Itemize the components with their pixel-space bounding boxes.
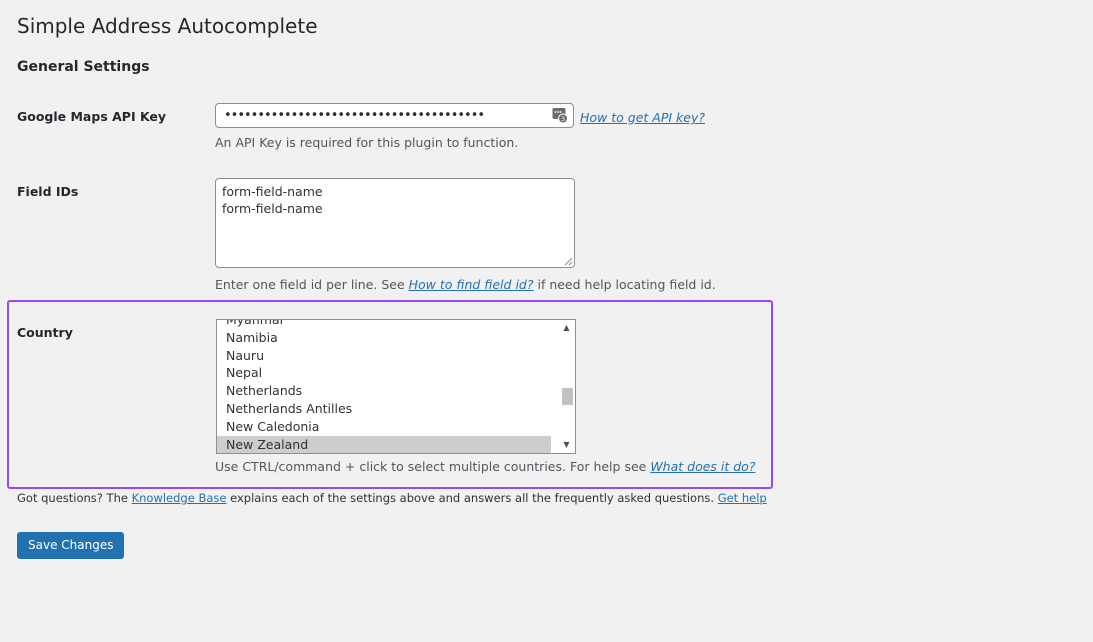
api-key-input[interactable] bbox=[215, 103, 574, 128]
page-title: Simple Address Autocomplete bbox=[17, 14, 318, 38]
country-description: Use CTRL/command + click to select multi… bbox=[215, 459, 755, 474]
section-title: General Settings bbox=[17, 59, 150, 75]
country-option-selected[interactable]: New Zealand bbox=[217, 435, 551, 453]
get-help-link[interactable]: Get help bbox=[718, 491, 767, 505]
scroll-down-arrow-icon[interactable]: ▼ bbox=[558, 437, 575, 453]
country-option[interactable]: Netherlands Antilles bbox=[217, 400, 551, 418]
footer-help-text: Got questions? The Knowledge Base explai… bbox=[17, 491, 767, 505]
country-option[interactable]: Myanmar bbox=[217, 320, 551, 329]
field-ids-label: Field IDs bbox=[17, 184, 79, 199]
footer-text-start: Got questions? The bbox=[17, 491, 132, 505]
country-select[interactable]: Myanmar Namibia Nauru Nepal Netherlands … bbox=[216, 319, 576, 454]
country-options: Myanmar Namibia Nauru Nepal Netherlands … bbox=[217, 320, 551, 453]
field-ids-description: Enter one field id per line. See How to … bbox=[215, 277, 716, 292]
country-option[interactable]: Namibia bbox=[217, 329, 551, 347]
country-option[interactable]: Nepal bbox=[217, 364, 551, 382]
country-option[interactable]: Netherlands bbox=[217, 382, 551, 400]
what-does-it-do-link[interactable]: What does it do? bbox=[650, 459, 755, 474]
country-scrollbar[interactable]: ▲ ▼ bbox=[558, 320, 575, 453]
field-ids-description-text: Enter one field id per line. See bbox=[215, 277, 409, 292]
password-manager-icon[interactable]: 3 bbox=[552, 107, 567, 124]
knowledge-base-link[interactable]: Knowledge Base bbox=[132, 491, 227, 505]
resize-grip-icon[interactable] bbox=[563, 256, 573, 266]
field-ids-description-text-after: if need help locating field id. bbox=[533, 277, 716, 292]
scroll-up-arrow-icon[interactable]: ▲ bbox=[558, 320, 575, 336]
svg-text:3: 3 bbox=[561, 116, 565, 123]
how-to-get-api-key-link[interactable]: How to get API key? bbox=[580, 110, 705, 125]
footer-text-middle: explains each of the settings above and … bbox=[226, 491, 718, 505]
scroll-thumb[interactable] bbox=[562, 388, 573, 405]
country-description-text: Use CTRL/command + click to select multi… bbox=[215, 459, 651, 474]
how-to-find-field-id-link[interactable]: How to find field id? bbox=[409, 277, 534, 292]
save-changes-button[interactable]: Save Changes bbox=[17, 532, 125, 559]
field-ids-textarea[interactable]: form-field-name form-field-name bbox=[215, 178, 575, 268]
api-key-description: An API Key is required for this plugin t… bbox=[215, 135, 519, 150]
country-option[interactable]: Nauru bbox=[217, 347, 551, 365]
api-key-label: Google Maps API Key bbox=[17, 109, 167, 124]
country-label: Country bbox=[17, 325, 73, 340]
country-option[interactable]: New Caledonia bbox=[217, 418, 551, 436]
